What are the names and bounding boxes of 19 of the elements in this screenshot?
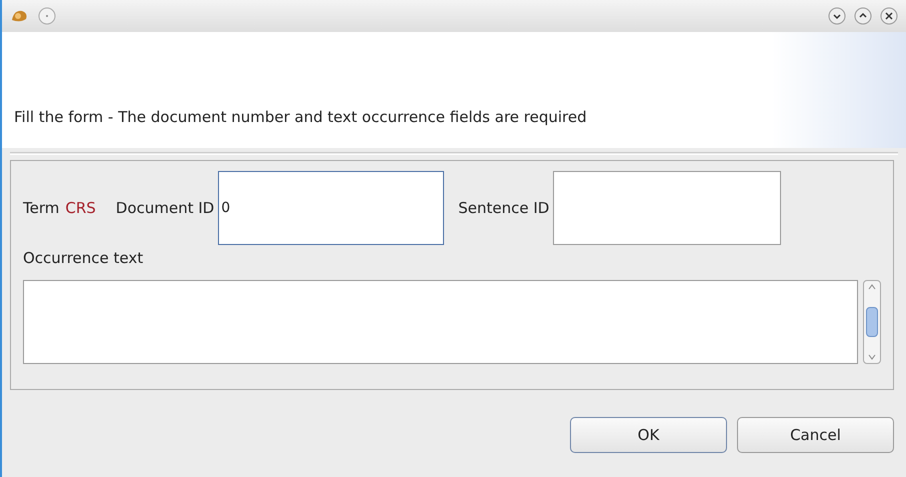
input-field[interactable]: 0 [218, 171, 444, 245]
close-icon[interactable] [880, 7, 898, 25]
instruction-text: Fill the form - The document number and text occurrence fields are required [14, 106, 587, 128]
field-label: Document ID [116, 198, 214, 219]
scroll-down-icon[interactable] [867, 352, 877, 360]
occurrence-label: Occurrence text [23, 248, 144, 269]
maximize-icon[interactable] [854, 7, 872, 25]
input-field[interactable] [553, 171, 782, 245]
scroll-up-icon[interactable] [867, 282, 877, 290]
scroll-thumb[interactable] [866, 306, 878, 336]
minimize-icon[interactable] [828, 7, 846, 25]
term-value: CRS [65, 198, 96, 219]
occurrence-text-field[interactable] [23, 280, 858, 364]
term-label: Term [23, 198, 60, 219]
dialog-button[interactable]: Cancel [737, 417, 894, 453]
dialog-button[interactable]: OK [570, 417, 727, 453]
scrollbar[interactable] [863, 280, 881, 364]
field-label: Sentence ID [458, 198, 550, 219]
circle-button-icon[interactable] [38, 7, 56, 25]
